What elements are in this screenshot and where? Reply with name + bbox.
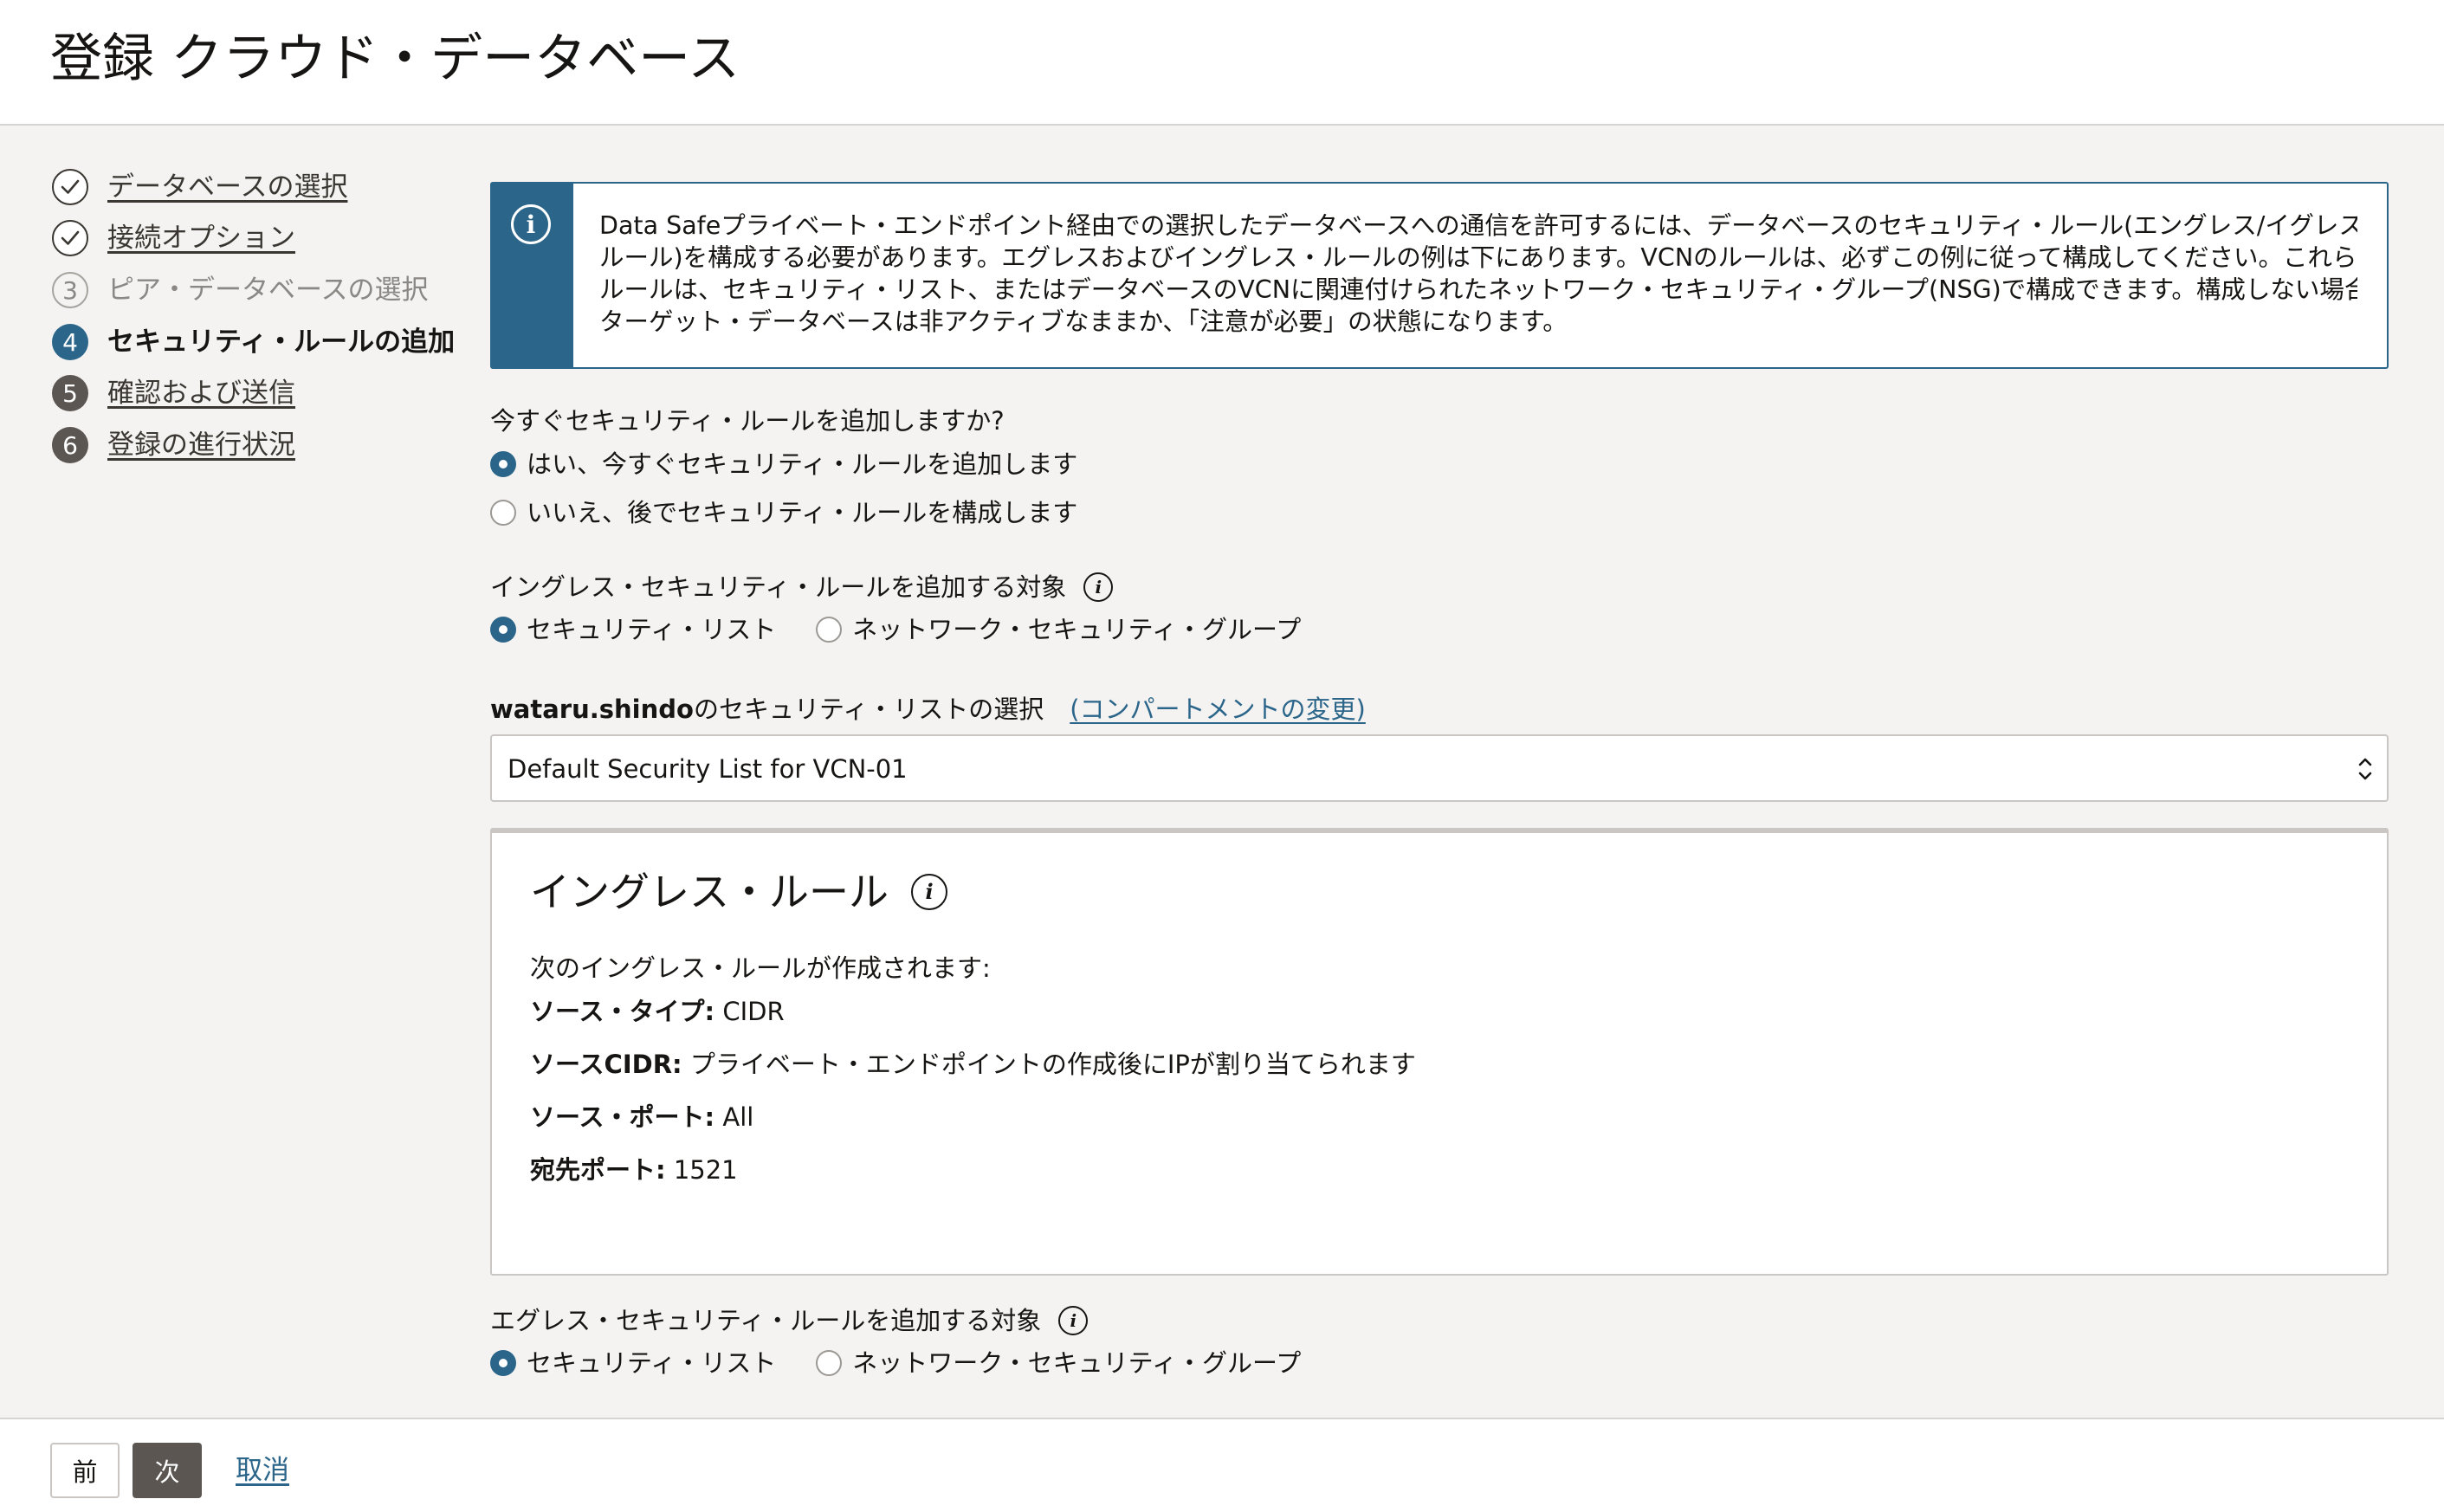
next-button[interactable]: 次 xyxy=(133,1443,202,1498)
step-select-database[interactable]: データベースの選択 xyxy=(52,166,347,208)
radio-selected-icon xyxy=(490,451,516,477)
radio-egress-nsg[interactable]: ネットワーク・セキュリティ・グループ xyxy=(852,1346,1301,1380)
page-title: 登録 クラウド・データベース xyxy=(50,29,740,89)
wizard-footer: 前 次 取消 xyxy=(0,1418,2444,1512)
rule-row: 宛先ポート: 1521 xyxy=(530,1155,738,1185)
step-label: ピア・データベースの選択 xyxy=(107,275,429,306)
radio-selected-icon[interactable] xyxy=(490,617,516,643)
radio-ingress-security-list[interactable]: セキュリティ・リスト xyxy=(527,612,776,647)
security-list-label: wataru.shindo のセキュリティ・リストの選択 (コンパートメントの変… xyxy=(490,692,1366,727)
step-label: 接続オプション xyxy=(107,223,295,254)
step-peer-database: 3 ピア・データベースの選択 xyxy=(52,269,428,311)
chevron-up-down-icon xyxy=(2358,758,2372,780)
rule-row: ソース・タイプ: CIDR xyxy=(530,997,785,1026)
select-value: Default Security List for VCN-01 xyxy=(508,754,908,784)
cancel-link[interactable]: 取消 xyxy=(236,1453,289,1488)
info-icon: i xyxy=(511,204,551,244)
step-security-rules: 4 セキュリティ・ルールの追加 xyxy=(52,321,455,363)
radio-add-now-no[interactable]: いいえ、後でセキュリティ・ルールを構成します xyxy=(490,495,1077,530)
rule-row: ソースCIDR: プライベート・エンドポイントの作成後にIPが割り当てられます xyxy=(530,1050,1416,1079)
step-registration-progress[interactable]: 6 登録の進行状況 xyxy=(52,424,295,466)
ingress-rule-intro: 次のイングレス・ルールが作成されます: xyxy=(530,953,991,983)
step-number: 4 xyxy=(52,324,88,360)
security-list-select[interactable]: Default Security List for VCN-01 xyxy=(490,734,2389,802)
step-number: 3 xyxy=(52,272,88,308)
previous-button[interactable]: 前 xyxy=(50,1443,120,1498)
step-number: 6 xyxy=(52,427,88,463)
ingress-rule-card: イングレス・ルール i 次のイングレス・ルールが作成されます: ソース・タイプ:… xyxy=(490,828,2389,1276)
info-banner: i Data Safeプライベート・エンドポイント経由での選択したデータベースへ… xyxy=(490,182,2389,369)
rule-row: ソース・ポート: All xyxy=(530,1102,754,1132)
check-icon xyxy=(52,169,88,205)
step-label: 確認および送信 xyxy=(107,378,295,409)
compartment-name: wataru.shindo xyxy=(490,695,694,724)
step-connection-options[interactable]: 接続オプション xyxy=(52,217,295,259)
step-label: データベースの選択 xyxy=(107,171,348,203)
info-message: Data Safeプライベート・エンドポイント経由での選択したデータベースへの通… xyxy=(599,211,2357,336)
add-now-question: 今すぐセキュリティ・ルールを追加しますか? xyxy=(490,406,1005,436)
change-compartment-link[interactable]: (コンパートメントの変更) xyxy=(1070,692,1366,727)
help-icon[interactable]: i xyxy=(1058,1306,1089,1335)
step-label: セキュリティ・ルールの追加 xyxy=(107,326,456,358)
step-review-submit[interactable]: 5 確認および送信 xyxy=(52,372,295,414)
egress-target-label: エグレス・セキュリティ・ルールを追加する対象 i xyxy=(490,1303,1089,1338)
ingress-rule-title: イングレス・ルール i xyxy=(530,866,947,918)
step-number: 5 xyxy=(52,375,88,411)
radio-ingress-nsg[interactable]: ネットワーク・セキュリティ・グループ xyxy=(852,612,1301,647)
radio-empty-icon[interactable] xyxy=(816,1350,843,1376)
help-icon[interactable]: i xyxy=(911,874,947,910)
radio-empty-icon[interactable] xyxy=(816,617,843,643)
radio-selected-icon[interactable] xyxy=(490,1350,516,1376)
egress-target-options: セキュリティ・リスト ネットワーク・セキュリティ・グループ xyxy=(490,1346,1301,1380)
check-icon xyxy=(52,220,88,256)
ingress-target-label: イングレス・セキュリティ・ルールを追加する対象 i xyxy=(490,570,1114,604)
radio-egress-security-list[interactable]: セキュリティ・リスト xyxy=(527,1346,776,1380)
radio-empty-icon xyxy=(490,500,516,526)
step-label: 登録の進行状況 xyxy=(107,430,295,461)
page-header: 登録 クラウド・データベース xyxy=(0,0,2444,126)
ingress-target-options: セキュリティ・リスト ネットワーク・セキュリティ・グループ xyxy=(490,612,1301,647)
help-icon[interactable]: i xyxy=(1083,572,1114,602)
radio-add-now-yes[interactable]: はい、今すぐセキュリティ・ルールを追加します xyxy=(490,447,1077,481)
